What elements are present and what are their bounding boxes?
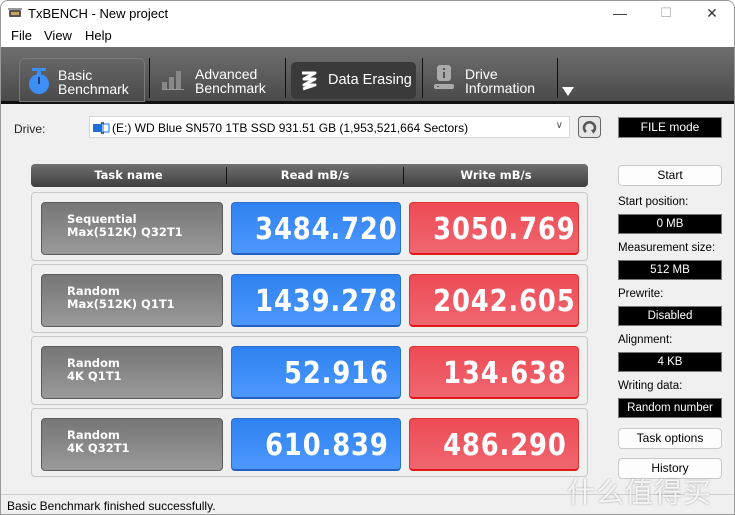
header-write: Write mB/s xyxy=(460,168,532,182)
result-row-rnd-4k-q32t1: Random 4K Q32T1 610.839 486.290 xyxy=(31,408,588,477)
prewrite-value[interactable]: Disabled xyxy=(618,306,722,326)
drive-info-icon xyxy=(434,65,454,89)
toolbar: Basic Benchmark Advanced Benchmark Data … xyxy=(1,47,734,104)
drive-row: Drive: (E:) WD Blue SN570 1TB SSD 931.51… xyxy=(1,107,734,149)
alignment-value[interactable]: 4 KB xyxy=(618,352,722,372)
minimize-button[interactable]: — xyxy=(597,1,643,25)
start-position-label: Start position: xyxy=(618,196,689,208)
minimize-icon: — xyxy=(613,5,627,21)
eraser-zigzag-icon xyxy=(302,71,317,91)
refresh-icon xyxy=(582,120,597,134)
status-text: Basic Benchmark finished successfully. xyxy=(7,499,216,513)
title-bar: TxBENCH - New project — ☐ ✕ xyxy=(1,1,734,25)
result-row-rnd-512k-q1t1: Random Max(512K) Q1T1 1439.278 2042.605 xyxy=(31,264,588,333)
alignment-label: Alignment: xyxy=(618,334,673,346)
task-button[interactable]: Random 4K Q1T1 xyxy=(41,346,223,399)
tab-data-erasing-label: Data Erasing xyxy=(328,72,412,88)
tab-drive-information[interactable]: Drive Information xyxy=(424,58,557,100)
task-button[interactable]: Random 4K Q32T1 xyxy=(41,418,223,471)
close-button[interactable]: ✕ xyxy=(689,1,734,25)
triangle-down-icon[interactable] xyxy=(562,87,574,96)
menu-help[interactable]: Help xyxy=(85,28,112,43)
chevron-down-icon: ∨ xyxy=(555,120,563,131)
maximize-icon: ☐ xyxy=(660,5,672,20)
read-value: 3484.720 xyxy=(231,202,401,255)
tab-separator xyxy=(149,58,150,98)
drive-icon xyxy=(93,122,110,134)
app-icon xyxy=(8,8,22,17)
menu-file[interactable]: File xyxy=(11,28,32,43)
task-options-button[interactable]: Task options xyxy=(618,428,722,449)
tab-separator xyxy=(285,58,286,98)
drive-select[interactable]: (E:) WD Blue SN570 1TB SSD 931.51 GB (1,… xyxy=(89,116,570,138)
results-header: Task name Read mB/s Write mB/s xyxy=(31,164,588,187)
measurement-size-label: Measurement size: xyxy=(618,242,716,254)
writing-data-label: Writing data: xyxy=(618,380,683,392)
tab-basic-benchmark[interactable]: Basic Benchmark xyxy=(19,58,145,102)
write-value: 486.290 xyxy=(409,418,579,471)
tab-data-erasing[interactable]: Data Erasing xyxy=(291,62,416,99)
write-value: 2042.605 xyxy=(409,274,579,327)
close-icon: ✕ xyxy=(706,4,718,21)
menu-bar: File View Help xyxy=(1,25,734,47)
file-mode-indicator[interactable]: FILE mode xyxy=(618,117,722,138)
maximize-button[interactable]: ☐ xyxy=(643,1,689,25)
task-button[interactable]: Random Max(512K) Q1T1 xyxy=(41,274,223,327)
drive-select-value: (E:) WD Blue SN570 1TB SSD 931.51 GB (1,… xyxy=(112,121,469,135)
tab-drive-information-label: Drive Information xyxy=(465,66,536,96)
read-value: 610.839 xyxy=(231,418,401,471)
read-value: 52.916 xyxy=(231,346,401,399)
refresh-button[interactable] xyxy=(578,116,601,138)
result-row-seq-q32t1: Sequential Max(512K) Q32T1 3484.720 3050… xyxy=(31,192,588,261)
header-task-name: Task name xyxy=(94,168,163,182)
tab-separator xyxy=(422,58,423,98)
write-value: 3050.769 xyxy=(409,202,579,255)
write-value: 134.638 xyxy=(409,346,579,399)
watermark: 什么值得买 xyxy=(567,476,713,509)
prewrite-label: Prewrite: xyxy=(618,288,664,300)
task-button[interactable]: Sequential Max(512K) Q32T1 xyxy=(41,202,223,255)
start-position-value[interactable]: 0 MB xyxy=(618,214,722,234)
bar-chart-icon xyxy=(162,71,184,90)
window-title: TxBENCH - New project xyxy=(28,6,169,21)
measurement-size-value[interactable]: 512 MB xyxy=(618,260,722,280)
header-read: Read mB/s xyxy=(280,168,350,182)
app-window: TxBENCH - New project — ☐ ✕ File View He… xyxy=(0,0,735,515)
tab-advanced-benchmark[interactable]: Advanced Benchmark xyxy=(151,58,286,100)
tab-basic-benchmark-label: Basic Benchmark xyxy=(58,67,129,97)
tab-separator xyxy=(557,58,558,98)
menu-view[interactable]: View xyxy=(44,28,72,43)
writing-data-value[interactable]: Random number xyxy=(618,398,722,418)
read-value: 1439.278 xyxy=(231,274,401,327)
tab-advanced-benchmark-label: Advanced Benchmark xyxy=(195,66,266,96)
start-button[interactable]: Start xyxy=(618,165,722,186)
stopwatch-icon xyxy=(29,68,49,94)
result-row-rnd-4k-q1t1: Random 4K Q1T1 52.916 134.638 xyxy=(31,336,588,405)
drive-label: Drive: xyxy=(14,122,46,136)
